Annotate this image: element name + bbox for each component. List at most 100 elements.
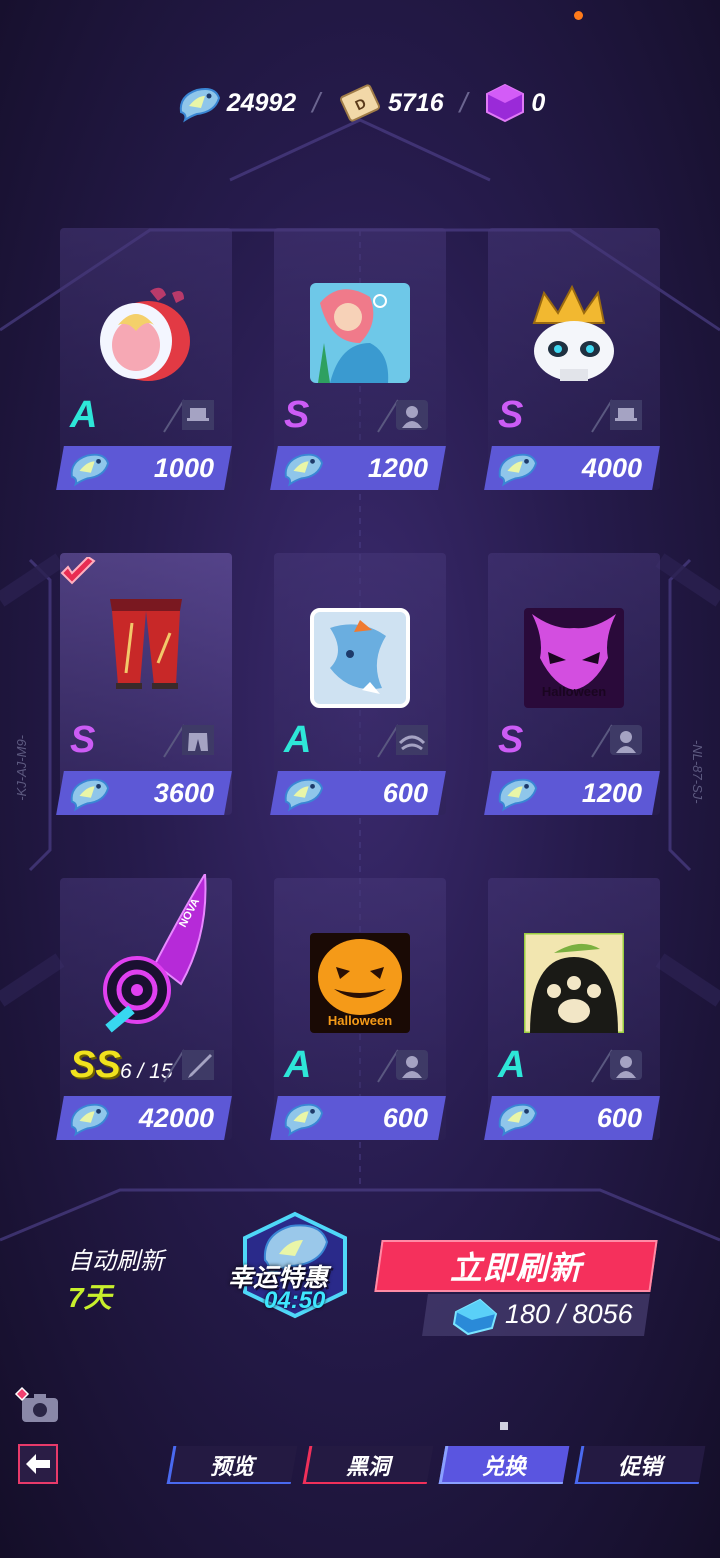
fish-amount: 24992 <box>226 88 297 117</box>
fish-icon <box>284 1103 324 1137</box>
currency-cube: 0 <box>483 82 545 124</box>
halloween-demon-image: Halloween <box>524 608 624 708</box>
divider: / <box>459 87 468 118</box>
price-value: 3600 <box>153 777 214 808</box>
divider: / <box>312 87 320 118</box>
shop-item-card[interactable]: Halloween A 600 <box>270 878 446 1140</box>
tab-preview[interactable]: 预览 <box>166 1446 298 1484</box>
price-value: 42000 <box>138 1102 214 1133</box>
rank-badge: A <box>70 394 98 436</box>
halloween-text: Halloween <box>328 1013 392 1028</box>
price-bar: 1000 <box>56 446 232 490</box>
avatar-icon <box>591 724 642 758</box>
price-bar: 4000 <box>484 446 660 490</box>
price-value: 4000 <box>581 452 642 483</box>
side-code-left: -KJ-AJ-M9- <box>14 735 29 801</box>
tab-label: 促销 <box>617 1454 662 1479</box>
rank-badge: SS <box>70 1044 121 1086</box>
coin-d-icon: D <box>339 84 381 122</box>
hood-hat-image <box>100 287 190 381</box>
tab-exchange[interactable]: 兑换 <box>438 1446 570 1484</box>
owned-check-icon <box>60 557 96 585</box>
side-code-right: -NL-87-SJ- <box>690 740 705 804</box>
price-value: 600 <box>382 777 428 808</box>
fish-icon <box>70 1103 110 1137</box>
paw-avatar-image <box>524 933 624 1033</box>
rank-badge: S <box>498 719 524 761</box>
fish-icon <box>498 453 538 487</box>
price-bar: 600 <box>484 1096 660 1140</box>
halloween-pumpkin-image: Halloween <box>310 933 410 1033</box>
avatar-icon <box>377 399 428 433</box>
rank-badge: S <box>70 719 96 761</box>
page-indicator <box>500 1422 508 1430</box>
tab-label: 预览 <box>209 1454 254 1479</box>
refresh-now-button[interactable]: 立即刷新 <box>374 1240 658 1292</box>
auto-refresh-days: 7天 <box>68 1282 112 1313</box>
tab-black-hole[interactable]: 黑洞 <box>302 1446 434 1484</box>
shop-item-card[interactable]: NOVA SS 6 / 15 42000 <box>56 874 232 1140</box>
currency-fish: 24992 <box>175 82 297 124</box>
lucky-deal-timer: 04:50 <box>264 1287 326 1314</box>
fish-icon <box>70 778 110 812</box>
rank-badge: S <box>284 394 310 436</box>
fish-icon <box>284 778 324 812</box>
avatar-icon <box>377 1049 428 1083</box>
halloween-text: Halloween <box>542 684 606 699</box>
price-value: 600 <box>382 1102 428 1133</box>
refresh-cost: 180 / 8056 <box>505 1299 633 1329</box>
rank-badge: A <box>284 1044 312 1086</box>
price-value: 1000 <box>153 452 214 483</box>
tab-label: 黑洞 <box>345 1454 390 1479</box>
price-bar: 600 <box>270 1096 446 1140</box>
rank-badge: A <box>498 1044 526 1086</box>
price-value: 1200 <box>581 777 642 808</box>
eyes-icon <box>377 724 428 758</box>
shop-item-card[interactable]: A 600 <box>270 553 446 815</box>
cube-icon <box>486 83 525 123</box>
camera-icon[interactable] <box>14 1386 60 1426</box>
shark-fin-image <box>310 608 410 708</box>
shop-item-card[interactable]: Halloween S 1200 <box>484 553 660 815</box>
coin-amount: 5716 <box>388 88 444 117</box>
tab-promotion[interactable]: 促销 <box>574 1446 706 1484</box>
sword-icon <box>163 1049 214 1083</box>
price-bar: 1200 <box>484 771 660 815</box>
diamond-icon <box>452 1298 498 1336</box>
shop-item-card[interactable]: A 1000 <box>56 228 232 490</box>
fish-icon <box>284 453 324 487</box>
currency-coin: D 5716 <box>336 82 444 124</box>
fish-icon <box>179 88 220 123</box>
cube-amount: 0 <box>531 88 546 117</box>
price-bar: 3600 <box>56 771 232 815</box>
shop-item-card[interactable]: S 3600 <box>56 553 232 815</box>
tab-label: 兑换 <box>481 1454 526 1479</box>
price-value: 1200 <box>367 452 428 483</box>
price-bar: 1200 <box>270 446 446 490</box>
rank-badge: A <box>284 719 312 761</box>
nova-blade-image: NOVA <box>103 874 207 1033</box>
back-button[interactable] <box>18 1444 58 1484</box>
hat-icon <box>591 399 642 433</box>
hat-icon <box>163 399 214 433</box>
rank-badge: S <box>498 394 524 436</box>
avatar-icon <box>591 1049 642 1083</box>
shop-item-card[interactable]: S 4000 <box>484 228 660 490</box>
fish-icon <box>498 778 538 812</box>
price-bar: 600 <box>270 771 446 815</box>
shop-item-card[interactable]: S 1200 <box>270 228 446 490</box>
fish-icon <box>498 1103 538 1137</box>
refresh-now-label: 立即刷新 <box>449 1250 582 1286</box>
price-bar: 42000 <box>56 1096 232 1140</box>
price-value: 600 <box>596 1102 642 1133</box>
auto-refresh-label: 自动刷新 <box>68 1248 164 1275</box>
notification-dot <box>574 11 583 20</box>
currency-bar: 24992 / D 5716 / 0 <box>0 82 720 124</box>
back-arrow-icon <box>26 1454 50 1474</box>
fish-icon <box>70 453 110 487</box>
crowned-skull-image <box>532 284 614 381</box>
shop-item-card[interactable]: A 600 <box>484 878 660 1140</box>
mermaid-avatar-image <box>310 283 410 383</box>
pants-icon <box>163 724 214 758</box>
red-pants-image <box>110 599 182 689</box>
